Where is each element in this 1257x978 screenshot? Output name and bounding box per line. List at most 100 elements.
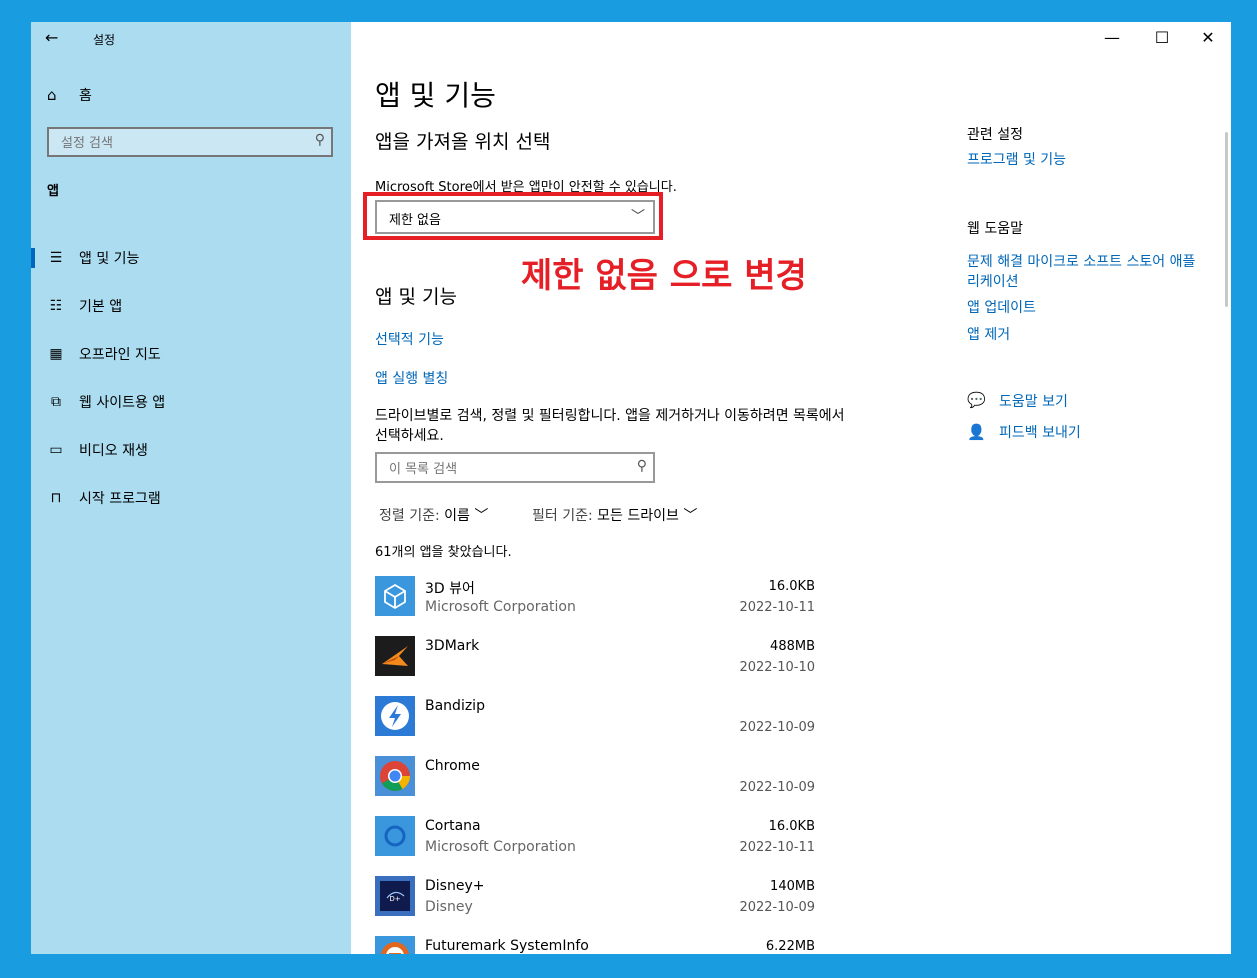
apps-features-heading: 앱 및 기능 <box>375 286 457 308</box>
app-name: Disney+ <box>425 878 485 894</box>
web-help-heading: 웹 도움말 <box>967 221 1023 237</box>
offline-maps-icon: ▦ <box>49 346 63 362</box>
programs-features-link[interactable]: 프로그램 및 기능 <box>967 150 1207 170</box>
window-title: 설정 <box>93 33 116 47</box>
app-name: Bandizip <box>425 698 485 714</box>
apps-list-description: 드라이브별로 검색, 정렬 및 필터링합니다. 앱을 제거하거나 이동하려면 목… <box>375 408 845 444</box>
settings-search-input[interactable] <box>59 133 303 153</box>
svg-text:D+: D+ <box>389 895 400 903</box>
filter-dropdown[interactable]: 필터 기준: 모든 드라이브 ﹀ <box>532 505 697 525</box>
sidebar-item-default-apps[interactable]: ☷ 기본 앱 <box>31 282 351 330</box>
sidebar-item-apps-for-websites[interactable]: ⧉ 웹 사이트용 앱 <box>31 378 351 426</box>
app-publisher: Microsoft Corporation <box>425 599 576 615</box>
app-date: 2022-10-09 <box>739 900 815 915</box>
sidebar-item-apps-features[interactable]: ☰ 앱 및 기능 <box>31 234 351 282</box>
apps-features-icon: ☰ <box>49 250 63 266</box>
disney-plus-icon: D+ <box>375 876 415 916</box>
settings-window: ← 설정 ⌂ 홈 ⚲ 앱 ☰ 앱 및 기능 ☷ 기본 앱 ▦ 오프라인 지도 <box>31 22 1231 954</box>
list-item[interactable]: Cortana Microsoft Corporation 16.0KB 202… <box>375 814 815 874</box>
troubleshoot-store-link[interactable]: 문제 해결 마이크로 소프트 스토어 애플 리케이션 <box>967 252 1207 292</box>
app-name: 3DMark <box>425 638 480 654</box>
app-date: 2022-10-10 <box>739 660 815 675</box>
default-apps-icon: ☷ <box>49 298 63 314</box>
chrome-icon <box>375 756 415 796</box>
app-list-search-box[interactable]: ⚲ <box>375 452 655 483</box>
sidebar-item-home[interactable]: ⌂ 홈 <box>47 84 92 106</box>
sidebar-nav: ☰ 앱 및 기능 ☷ 기본 앱 ▦ 오프라인 지도 ⧉ 웹 사이트용 앱 ▭ 비… <box>31 234 351 522</box>
main-content: 앱 및 기능 앱을 가져올 위치 선택 Microsoft Store에서 받은… <box>363 22 935 954</box>
app-publisher: Microsoft Corporation <box>425 839 576 855</box>
app-size: 6.22MB <box>765 939 815 954</box>
search-icon[interactable]: ⚲ <box>315 132 325 148</box>
3dmark-icon <box>375 636 415 676</box>
cortana-icon <box>375 816 415 856</box>
optional-features-link[interactable]: 선택적 기능 <box>375 329 444 349</box>
sidebar-item-label: 홈 <box>79 88 92 104</box>
app-date: 2022-10-09 <box>739 780 815 795</box>
annotation-text: 제한 없음 으로 변경 <box>521 256 807 296</box>
get-help-link[interactable]: 도움말 보기 <box>999 392 1231 412</box>
app-size: 16.0KB <box>768 819 815 834</box>
bandizip-icon <box>375 696 415 736</box>
install-location-heading: 앱을 가져올 위치 선택 <box>375 131 551 153</box>
app-name: Cortana <box>425 818 481 834</box>
apps-for-websites-icon: ⧉ <box>51 394 61 410</box>
help-chat-icon: 💬 <box>967 391 986 409</box>
sidebar-item-startup[interactable]: ⊓ 시작 프로그램 <box>31 474 351 522</box>
app-date: 2022-10-11 <box>739 840 815 855</box>
sidebar-item-label: 앱 및 기능 <box>79 251 140 267</box>
related-settings-heading: 관련 설정 <box>967 127 1023 143</box>
app-date: 2022-10-09 <box>739 720 815 735</box>
sidebar-section-heading: 앱 <box>47 184 59 199</box>
app-publisher: Disney <box>425 899 473 915</box>
app-update-link[interactable]: 앱 업데이트 <box>967 298 1207 318</box>
app-name: Futuremark SystemInfo <box>425 938 589 954</box>
startup-icon: ⊓ <box>50 490 62 506</box>
3d-viewer-icon <box>375 576 415 616</box>
app-size: 140MB <box>770 879 815 894</box>
list-item[interactable]: Futuremark SystemInfo 6.22MB <box>375 934 815 954</box>
scrollbar[interactable] <box>1225 132 1228 307</box>
filter-label: 필터 기준: <box>532 508 593 524</box>
filter-value: 모든 드라이브 <box>597 508 679 524</box>
futuremark-icon <box>375 936 415 954</box>
feedback-person-icon: 👤 <box>967 423 986 441</box>
search-icon[interactable]: ⚲ <box>637 458 647 474</box>
app-name: 3D 뷰어 <box>425 581 475 597</box>
chevron-down-icon: ﹀ <box>474 508 489 524</box>
list-item[interactable]: Bandizip 2022-10-09 <box>375 694 815 754</box>
sort-dropdown[interactable]: 정렬 기준: 이름 ﹀ <box>379 505 488 525</box>
sidebar-item-label: 시작 프로그램 <box>79 491 161 507</box>
app-date: 2022-10-11 <box>739 600 815 615</box>
app-list: 3D 뷰어 Microsoft Corporation 16.0KB 2022-… <box>375 574 815 954</box>
app-remove-link[interactable]: 앱 제거 <box>967 325 1207 345</box>
sidebar: ← 설정 ⌂ 홈 ⚲ 앱 ☰ 앱 및 기능 ☷ 기본 앱 ▦ 오프라인 지도 <box>31 22 351 954</box>
list-item[interactable]: D+ Disney+ Disney 140MB 2022-10-09 <box>375 874 815 934</box>
send-feedback-link[interactable]: 피드백 보내기 <box>999 423 1231 443</box>
app-execution-aliases-link[interactable]: 앱 실행 별칭 <box>375 368 448 388</box>
sidebar-item-label: 오프라인 지도 <box>79 347 161 363</box>
settings-search-box[interactable]: ⚲ <box>47 127 333 157</box>
back-arrow-icon[interactable]: ← <box>45 28 65 48</box>
sidebar-item-offline-maps[interactable]: ▦ 오프라인 지도 <box>31 330 351 378</box>
sort-label: 정렬 기준: <box>379 508 440 524</box>
list-item[interactable]: 3DMark 488MB 2022-10-10 <box>375 634 815 694</box>
apps-found-count: 61개의 앱을 찾았습니다. <box>375 545 512 560</box>
page-title: 앱 및 기능 <box>375 79 496 112</box>
video-playback-icon: ▭ <box>49 442 63 458</box>
app-list-search-input[interactable] <box>387 458 631 480</box>
home-icon: ⌂ <box>47 86 57 104</box>
app-size: 16.0KB <box>768 579 815 594</box>
sort-value: 이름 <box>444 508 470 524</box>
app-size: 488MB <box>770 639 815 654</box>
list-item[interactable]: 3D 뷰어 Microsoft Corporation 16.0KB 2022-… <box>375 574 815 634</box>
sidebar-item-label: 기본 앱 <box>79 299 123 315</box>
app-name: Chrome <box>425 758 480 774</box>
sidebar-item-label: 웹 사이트용 앱 <box>79 395 166 411</box>
sidebar-item-label: 비디오 재생 <box>79 443 148 459</box>
list-item[interactable]: Chrome 2022-10-09 <box>375 754 815 814</box>
annotation-highlight-box <box>363 192 663 240</box>
sidebar-item-video-playback[interactable]: ▭ 비디오 재생 <box>31 426 351 474</box>
chevron-down-icon: ﹀ <box>683 508 698 524</box>
related-settings-panel: 관련 설정 프로그램 및 기능 웹 도움말 문제 해결 마이크로 소프트 스토어… <box>967 22 1227 954</box>
